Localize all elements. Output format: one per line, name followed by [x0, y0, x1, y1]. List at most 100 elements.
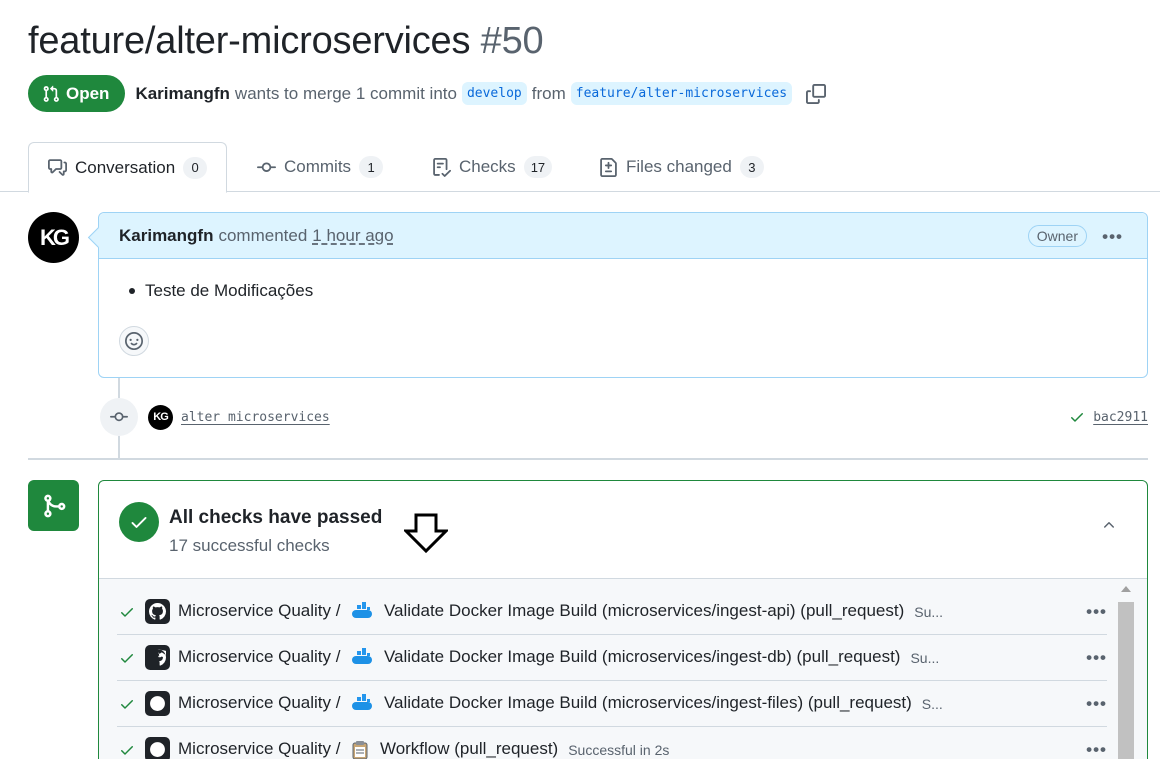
- comment-action: commented: [218, 225, 308, 245]
- tab-commits[interactable]: Commits 1: [238, 142, 402, 192]
- check-job: Validate Docker Image Build (microservic…: [383, 601, 905, 621]
- tab-commits-label: Commits: [284, 157, 352, 176]
- timeline-divider: [28, 458, 1148, 460]
- tab-commits-counter: 1: [359, 156, 384, 178]
- check-status: Su...: [910, 649, 940, 666]
- check-row[interactable]: Microservice Quality / Validate Docker I…: [117, 681, 1107, 727]
- check-icon: [117, 604, 137, 620]
- tab-conversation[interactable]: Conversation 0: [28, 142, 228, 193]
- status-badge: Open: [28, 75, 126, 112]
- pr-author-link[interactable]: Karimangfn: [135, 84, 229, 104]
- comment-discussion-icon: [48, 159, 67, 176]
- github-actions-icon: [145, 737, 170, 759]
- file-diff-icon: [600, 157, 617, 177]
- check-status: Successful in 2s: [568, 741, 670, 758]
- github-actions-icon: [145, 691, 170, 716]
- list-item: Teste de Modificações: [129, 281, 1117, 301]
- check-name: Microservice Quality / Validate Docker I…: [178, 693, 912, 714]
- timeline-line: [118, 436, 120, 458]
- checks-panel: All checks have passed 17 successful che…: [98, 480, 1148, 759]
- chevron-up-icon[interactable]: [1101, 517, 1117, 533]
- timeline-line: [118, 378, 120, 398]
- check-name: Microservice Quality / Workflow (pull_re…: [178, 739, 558, 759]
- tab-checks[interactable]: Checks 17: [413, 142, 571, 192]
- comment-list: Teste de Modificações: [129, 281, 1117, 301]
- github-actions-icon: [145, 599, 170, 624]
- owner-badge: Owner: [1027, 225, 1087, 247]
- check-options-button[interactable]: •••: [1086, 694, 1107, 714]
- check-workflow: Microservice Quality /: [178, 601, 341, 621]
- check-job: Validate Docker Image Build (microservic…: [383, 693, 912, 713]
- commit-author-avatar[interactable]: KG: [148, 404, 173, 430]
- check-icon: [1071, 413, 1084, 422]
- commit-row: KG alter microservices bac2911: [100, 397, 1148, 437]
- docker-icon: [352, 693, 373, 710]
- scroll-thumb[interactable]: [1118, 602, 1134, 759]
- check-job: Workflow (pull_request): [379, 739, 559, 759]
- head-branch-link[interactable]: feature/alter-microservices: [570, 82, 793, 105]
- commit-sha-link[interactable]: bac2911: [1069, 409, 1148, 425]
- git-merge-icon: [28, 480, 79, 531]
- checks-title: All checks have passed: [169, 507, 383, 528]
- comment-author-link[interactable]: Karimangfn: [119, 226, 213, 246]
- check-icon: [117, 696, 137, 712]
- check-job: Validate Docker Image Build (microservic…: [383, 647, 901, 667]
- check-status: Su...: [914, 603, 944, 620]
- tab-checks-label: Checks: [459, 157, 516, 176]
- tab-conversation-counter: 0: [183, 156, 208, 179]
- commit-avatar-initials: KG: [153, 411, 168, 423]
- copy-icon: [806, 83, 827, 104]
- tab-conversation-label: Conversation: [75, 157, 176, 177]
- commit-sha: bac2911: [1093, 409, 1148, 425]
- docker-icon: [352, 601, 373, 618]
- comment-body: Teste de Modificações: [99, 259, 1147, 301]
- git-commit-icon: [257, 161, 276, 172]
- bullet: [129, 288, 135, 294]
- comment-header: Karimangfn commented 1 hour ago Owner ••…: [99, 213, 1147, 259]
- tab-files-changed[interactable]: Files changed 3: [580, 142, 783, 192]
- check-icon: [117, 650, 137, 666]
- pr-title-text: feature/alter-microservices: [28, 20, 471, 62]
- check-row[interactable]: Microservice Quality / Validate Docker I…: [117, 589, 1107, 635]
- check-row[interactable]: Microservice Quality / Workflow (pull_re…: [117, 727, 1107, 759]
- add-reaction-button[interactable]: [119, 326, 149, 356]
- avatar[interactable]: KG: [28, 212, 79, 263]
- arrow-down-icon: [404, 513, 448, 553]
- pr-tabs: Conversation 0 Commits 1 Checks 17 Files…: [0, 142, 1160, 193]
- tab-files-changed-label: Files changed: [626, 157, 732, 176]
- checks-list: Microservice Quality / Validate Docker I…: [99, 579, 1147, 759]
- check-name: Microservice Quality / Validate Docker I…: [178, 601, 904, 622]
- comment-box: Karimangfn commented 1 hour ago Owner ••…: [98, 212, 1148, 378]
- tab-files-changed-counter: 3: [739, 156, 764, 178]
- clipboard-icon: [352, 740, 368, 759]
- check-workflow: Microservice Quality /: [178, 739, 341, 759]
- checks-scrollbar[interactable]: [1117, 584, 1135, 759]
- check-options-button[interactable]: •••: [1086, 648, 1107, 668]
- checks-header: All checks have passed 17 successful che…: [99, 481, 1147, 579]
- check-options-button[interactable]: •••: [1086, 740, 1107, 759]
- pr-title: feature/alter-microservices #50: [28, 20, 544, 63]
- pr-number: #50: [480, 20, 544, 62]
- commit-message-link[interactable]: alter microservices: [181, 410, 330, 425]
- check-name: Microservice Quality / Validate Docker I…: [178, 647, 900, 668]
- github-actions-icon: [145, 645, 170, 670]
- comment-options-button[interactable]: •••: [1102, 227, 1123, 247]
- check-status: S...: [921, 695, 943, 712]
- avatar-initials: KG: [40, 224, 70, 250]
- pr-meta: Open Karimangfn wants to merge 1 commit …: [28, 75, 827, 112]
- check-row[interactable]: Microservice Quality / Validate Docker I…: [117, 635, 1107, 681]
- smiley-icon: [125, 332, 143, 350]
- copy-branch-button[interactable]: [805, 83, 827, 105]
- pull-request-icon: [43, 85, 59, 102]
- check-circle-icon: [119, 502, 159, 542]
- check-workflow: Microservice Quality /: [178, 693, 341, 713]
- from-text: from: [531, 83, 566, 103]
- check-options-button[interactable]: •••: [1086, 602, 1107, 622]
- tab-checks-counter: 17: [523, 156, 553, 178]
- scroll-up-arrow-icon[interactable]: [1121, 586, 1131, 592]
- comment-timestamp-link[interactable]: 1 hour ago: [312, 226, 393, 246]
- base-branch-link[interactable]: develop: [461, 82, 527, 105]
- checklist-icon: [433, 157, 451, 177]
- git-commit-icon: [100, 398, 138, 436]
- checks-subtitle: 17 successful checks: [169, 536, 330, 555]
